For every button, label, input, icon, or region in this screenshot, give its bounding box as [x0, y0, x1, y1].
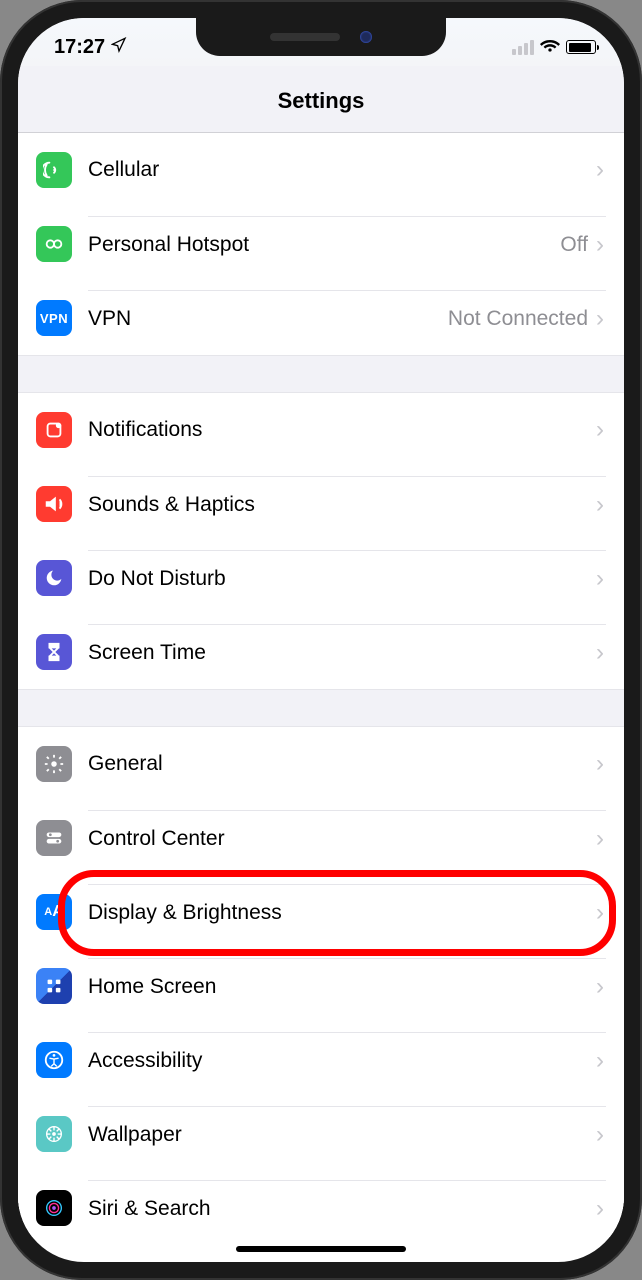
row-label: Cellular — [88, 158, 588, 182]
page-title: Settings — [18, 88, 624, 114]
row-label: Personal Hotspot — [88, 233, 560, 257]
row-label: VPN — [88, 307, 448, 331]
sounds-icon — [36, 486, 72, 522]
row-sounds[interactable]: Sounds & Haptics › — [18, 467, 624, 541]
battery-icon — [566, 40, 596, 54]
chevron-right-icon: › — [596, 305, 604, 333]
device-frame: 17:27 Settings — [0, 0, 642, 1280]
row-wallpaper[interactable]: Wallpaper › — [18, 1097, 624, 1171]
chevron-right-icon: › — [596, 491, 604, 519]
notch — [196, 18, 446, 56]
row-label: General — [88, 752, 596, 776]
row-label: Notifications — [88, 418, 596, 442]
row-value: Off — [560, 233, 588, 257]
wifi-icon — [540, 35, 560, 60]
row-controlcenter[interactable]: Control Center › — [18, 801, 624, 875]
chevron-right-icon: › — [596, 565, 604, 593]
chevron-right-icon: › — [596, 973, 604, 1001]
chevron-right-icon: › — [596, 156, 604, 184]
section-connectivity: Cellular › Personal Hotspot Off › — [18, 133, 624, 356]
home-indicator[interactable] — [236, 1246, 406, 1252]
settings-list[interactable]: Cellular › Personal Hotspot Off › — [18, 133, 624, 1237]
chevron-right-icon: › — [596, 750, 604, 778]
chevron-right-icon: › — [596, 1195, 604, 1223]
chevron-right-icon: › — [596, 416, 604, 444]
row-label: Screen Time — [88, 641, 596, 665]
row-cellular[interactable]: Cellular › — [18, 133, 624, 207]
row-screentime[interactable]: Screen Time › — [18, 615, 624, 689]
general-icon — [36, 746, 72, 782]
row-siri[interactable]: Siri & Search › — [18, 1171, 624, 1237]
notifications-icon — [36, 412, 72, 448]
display-icon: AA — [36, 894, 72, 930]
row-label: Siri & Search — [88, 1197, 596, 1221]
row-dnd[interactable]: Do Not Disturb › — [18, 541, 624, 615]
dnd-icon — [36, 560, 72, 596]
row-label: Display & Brightness — [88, 901, 596, 925]
row-label: Sounds & Haptics — [88, 493, 596, 517]
row-label: Home Screen — [88, 975, 596, 999]
chevron-right-icon: › — [596, 1047, 604, 1075]
row-homescreen[interactable]: Home Screen › — [18, 949, 624, 1023]
chevron-right-icon: › — [596, 231, 604, 259]
row-label: Do Not Disturb — [88, 567, 596, 591]
section-general: General › Control Center › AA — [18, 726, 624, 1237]
section-notifications: Notifications › Sounds & Haptics › — [18, 392, 624, 690]
cellular-icon — [36, 152, 72, 188]
screentime-icon — [36, 634, 72, 670]
screen: 17:27 Settings — [18, 18, 624, 1262]
chevron-right-icon: › — [596, 639, 604, 667]
siri-icon — [36, 1190, 72, 1226]
nav-header: Settings — [18, 66, 624, 133]
row-label: Accessibility — [88, 1049, 596, 1073]
vpn-icon: VPN — [36, 300, 72, 336]
row-hotspot[interactable]: Personal Hotspot Off › — [18, 207, 624, 281]
row-display[interactable]: AA Display & Brightness › — [18, 875, 624, 949]
homescreen-icon — [36, 968, 72, 1004]
chevron-right-icon: › — [596, 1121, 604, 1149]
row-value: Not Connected — [448, 307, 588, 331]
row-general[interactable]: General › — [18, 727, 624, 801]
chevron-right-icon: › — [596, 899, 604, 927]
wallpaper-icon — [36, 1116, 72, 1152]
row-accessibility[interactable]: Accessibility › — [18, 1023, 624, 1097]
row-label: Control Center — [88, 827, 596, 851]
row-notifications[interactable]: Notifications › — [18, 393, 624, 467]
hotspot-icon — [36, 226, 72, 262]
location-icon — [111, 36, 127, 59]
cellular-signal-icon — [512, 40, 534, 55]
row-vpn[interactable]: VPN VPN Not Connected › — [18, 281, 624, 355]
chevron-right-icon: › — [596, 825, 604, 853]
controlcenter-icon — [36, 820, 72, 856]
row-label: Wallpaper — [88, 1123, 596, 1147]
accessibility-icon — [36, 1042, 72, 1078]
status-time: 17:27 — [54, 36, 105, 59]
